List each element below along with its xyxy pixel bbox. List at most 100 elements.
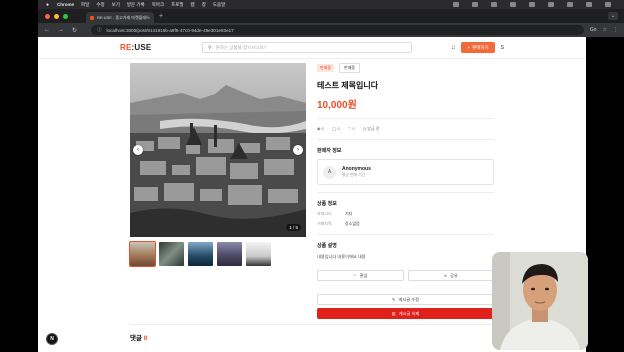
presenter-video — [492, 252, 588, 350]
dev-tools-indicator[interactable]: N — [46, 333, 58, 345]
menu-dots-icon[interactable]: ⋮ — [613, 27, 618, 33]
status-icon[interactable] — [472, 2, 478, 7]
chat-icon: ◯ — [331, 126, 337, 131]
detail-row-location: 거래지역 장소없음 — [317, 221, 494, 227]
search-icon: ⚲ — [208, 44, 212, 51]
wifi-icon[interactable] — [567, 2, 573, 7]
webcam-overlay — [492, 252, 588, 350]
seller-avatar: A — [323, 165, 336, 179]
edit-button-label: 게시글 수정 — [398, 296, 419, 302]
share-button[interactable]: ⋖ 공유 — [407, 270, 494, 281]
gallery-next-button[interactable]: › — [293, 145, 303, 155]
thumbnail-1[interactable] — [129, 241, 156, 267]
menu-tab[interactable]: 탭 — [191, 2, 195, 8]
like-button-label: 관심 — [359, 272, 368, 278]
product-price: 10,000원 — [317, 100, 357, 111]
seller-card[interactable]: A Anonymous 평균 판매 기간 — [317, 159, 494, 185]
minimize-window-button[interactable] — [54, 13, 59, 19]
product-stats: ◉ 0 ◯ 0 ♡ 0 ◷ 방금 전 — [317, 126, 494, 132]
views-stat: ◉ 0 — [317, 126, 324, 132]
menu-profiles[interactable]: 프로필 — [171, 2, 183, 8]
sell-button[interactable]: + 판매하기 — [461, 42, 495, 53]
profile-badge[interactable]: Go — [590, 27, 597, 33]
apple-icon[interactable]: ● — [46, 2, 49, 8]
tab-search-button[interactable]: ⌄ — [608, 12, 618, 20]
forward-icon[interactable]: → — [58, 27, 64, 33]
status-icon[interactable] — [529, 2, 535, 7]
site-logo[interactable]: RE:USE — [120, 43, 151, 52]
eye-icon: ◉ — [317, 126, 321, 131]
menu-help[interactable]: 도움말 — [213, 2, 225, 8]
macos-menubar: ● Chrome 파일 수정 보기 방문 기록 북마크 프로필 탭 창 도움말 — [38, 0, 624, 9]
details-section-title: 상품 정보 — [317, 201, 337, 207]
screen: ● Chrome 파일 수정 보기 방문 기록 북마크 프로필 탭 창 도움말 — [0, 0, 624, 352]
chats-count: 0 — [337, 126, 340, 131]
new-tab-button[interactable]: + — [159, 13, 163, 20]
browser-tab-bar: RE:USE - 중고거래 마켓플레이스 × + ⌄ — [38, 9, 624, 23]
status-icon[interactable] — [548, 2, 554, 7]
delete-post-button[interactable]: ▥ 게시글 삭제 — [317, 308, 494, 319]
status-icon[interactable] — [453, 2, 459, 7]
thumbnail-4[interactable] — [217, 242, 242, 266]
gallery-prev-button[interactable]: ‹ — [133, 145, 143, 155]
menu-view[interactable]: 보기 — [112, 2, 120, 8]
divider — [130, 324, 494, 325]
image-counter: 1 / 5 — [286, 224, 301, 231]
bell-icon[interactable]: ♫ — [451, 45, 456, 51]
status-icon[interactable] — [491, 2, 497, 7]
time-text: 방금 전 — [367, 126, 380, 131]
description-text: 내용입니다 내용이에요 내용 — [317, 254, 366, 259]
plus-icon: + — [467, 45, 471, 50]
close-tab-icon[interactable]: × — [148, 15, 150, 20]
seller-name: Anonymous — [342, 166, 371, 172]
like-button[interactable]: ♡ 관심 — [317, 270, 404, 281]
address-bar[interactable]: ⓘ localhost:3000/post/9141815b-a9f6-47c0… — [91, 25, 584, 35]
menu-app-name[interactable]: Chrome — [57, 2, 74, 7]
edit-post-button[interactable]: ✎ 게시글 수정 — [317, 294, 494, 305]
back-icon[interactable]: ← — [44, 27, 50, 33]
product-main-image: ‹ › 1 / 5 — [130, 63, 306, 237]
detail-value: 장소없음 — [345, 221, 360, 226]
menu-window[interactable]: 창 — [202, 2, 206, 8]
menu-file[interactable]: 파일 — [81, 2, 89, 8]
detail-value: 기타 — [345, 211, 353, 216]
trash-icon: ▥ — [391, 311, 396, 316]
thumbnail-list — [129, 241, 271, 267]
menu-edit[interactable]: 수정 — [96, 2, 104, 8]
bookmark-icon[interactable]: ☆ — [603, 27, 607, 33]
maximize-window-button[interactable] — [63, 13, 68, 19]
control-center-icon[interactable] — [605, 2, 611, 7]
close-window-button[interactable] — [45, 13, 50, 19]
views-count: 0 — [321, 126, 324, 131]
menu-bookmarks[interactable]: 북마크 — [152, 2, 164, 8]
comments-label: 댓글 — [130, 335, 142, 342]
product-title: 테스트 제목입니다 — [317, 81, 379, 90]
site-header: RE:USE ⚲ 원하는 상품을 찾으시나요? ♫ + 판매하기 S — [38, 37, 586, 59]
browser-tab[interactable]: RE:USE - 중고거래 마켓플레이스 × — [86, 12, 154, 23]
share-button-label: 공유 — [450, 272, 458, 278]
search-placeholder: 원하는 상품을 찾으시나요? — [215, 44, 267, 50]
edit-icon: ✎ — [392, 297, 396, 302]
menubar-status-icons — [453, 2, 624, 7]
thumbnail-3[interactable] — [188, 242, 213, 266]
site-info-icon[interactable]: ⓘ — [97, 27, 102, 33]
heart-icon: ♡ — [347, 126, 352, 131]
comments-count: 0 — [143, 335, 148, 342]
status-select[interactable]: 판매중 — [339, 63, 361, 73]
seller-subtitle: 평균 판매 기간 — [342, 173, 366, 177]
likes-stat: ♡ 0 — [348, 126, 355, 132]
search-input[interactable]: ⚲ 원하는 상품을 찾으시나요? — [202, 42, 412, 53]
battery-icon[interactable] — [586, 2, 592, 7]
reload-icon[interactable]: ↻ — [72, 27, 77, 34]
menu-history[interactable]: 방문 기록 — [127, 2, 145, 8]
heart-icon: ♡ — [353, 273, 357, 278]
logo-use: USE — [134, 43, 152, 52]
sell-button-label: 판매하기 — [472, 44, 489, 50]
thumbnail-5[interactable] — [246, 242, 271, 266]
thumbnail-2[interactable] — [159, 242, 184, 266]
chats-stat: ◯ 0 — [332, 126, 340, 132]
status-icon[interactable] — [510, 2, 516, 7]
seller-section-title: 판매자 정보 — [317, 148, 342, 154]
user-avatar[interactable]: S — [501, 45, 504, 51]
delete-button-label: 게시글 삭제 — [398, 310, 420, 316]
